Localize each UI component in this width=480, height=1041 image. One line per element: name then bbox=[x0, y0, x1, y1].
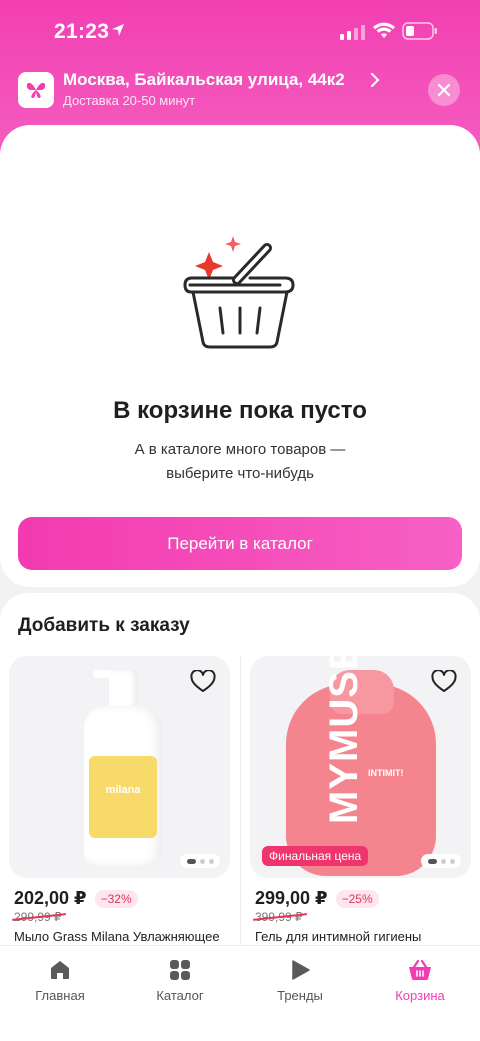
bottle-pump bbox=[109, 670, 137, 708]
app-logo bbox=[18, 72, 54, 108]
bottle-label-text: milana bbox=[105, 784, 141, 796]
product-card[interactable]: MYMUSE INTIMIT! Финальная цена 299,00 ₽ … bbox=[250, 656, 471, 961]
old-price: 299,99 ₽ bbox=[14, 910, 62, 924]
bottle-label bbox=[89, 756, 157, 838]
empty-cart-subtitle-line2: выберите что-нибудь bbox=[166, 465, 314, 482]
tab-cart[interactable]: Корзина bbox=[370, 958, 470, 1003]
bottom-tab-bar: Главная Каталог Тренды Корзина bbox=[0, 945, 480, 1041]
price-row: 299,00 ₽ −25% bbox=[255, 888, 379, 909]
status-bar: 21:23 bbox=[0, 0, 480, 62]
tab-catalog[interactable]: Каталог bbox=[130, 958, 230, 1003]
pagination-dot bbox=[199, 858, 205, 864]
tab-trends[interactable]: Тренды bbox=[250, 958, 350, 1003]
pagination-dot bbox=[186, 858, 196, 864]
product-image[interactable]: milana bbox=[9, 656, 230, 878]
tab-home[interactable]: Главная bbox=[10, 958, 110, 1003]
pagination-dot bbox=[440, 858, 446, 864]
location-arrow-icon bbox=[112, 24, 124, 36]
product-card[interactable]: milana 202,00 ₽ −32% 299,99 ₽ Мыло Grass… bbox=[9, 656, 230, 961]
cellular-signal-icon bbox=[340, 25, 365, 40]
wifi-icon bbox=[373, 22, 395, 38]
status-time: 21:23 bbox=[54, 20, 110, 43]
tab-cart-label: Корзина bbox=[395, 988, 445, 1003]
basket-icon bbox=[409, 959, 431, 980]
tab-trends-label: Тренды bbox=[277, 988, 323, 1003]
add-to-order-title: Добавить к заказу bbox=[18, 615, 190, 636]
price-row: 202,00 ₽ −32% bbox=[14, 888, 138, 909]
product-price: 202,00 ₽ bbox=[14, 888, 87, 908]
pagination-dot bbox=[427, 858, 437, 864]
tube-product-text: INTIMIT! bbox=[368, 768, 404, 778]
close-icon bbox=[437, 83, 451, 97]
empty-cart-subtitle: А в каталоге много товаров — выберите чт… bbox=[0, 438, 480, 486]
heart-icon[interactable] bbox=[431, 670, 457, 694]
home-icon bbox=[51, 961, 69, 979]
tab-catalog-label: Каталог bbox=[156, 988, 204, 1003]
delivery-time: Доставка 20-50 минут bbox=[63, 93, 196, 108]
pagination-dot bbox=[208, 858, 214, 864]
final-price-tag: Финальная цена bbox=[262, 846, 369, 866]
empty-cart-subtitle-line1: А в каталоге много товаров — bbox=[134, 441, 346, 458]
empty-cart-title: В корзине пока пусто bbox=[113, 397, 367, 424]
heart-icon[interactable] bbox=[190, 670, 216, 694]
butterfly-logo-icon bbox=[26, 82, 46, 98]
add-to-order-section: Добавить к заказу milana 202,00 ₽ −32% 2… bbox=[0, 593, 480, 961]
discount-badge: −32% bbox=[94, 889, 138, 908]
old-price: 399,99 ₽ bbox=[255, 910, 303, 924]
empty-basket-illustration bbox=[183, 236, 295, 349]
play-icon bbox=[292, 960, 310, 980]
go-to-catalog-button[interactable]: Перейти в каталог bbox=[18, 517, 462, 570]
delivery-header: Москва, Байкальская улица, 44к2 Доставка… bbox=[0, 62, 480, 122]
product-price: 299,00 ₽ bbox=[255, 888, 328, 908]
grid-icon bbox=[170, 960, 190, 980]
chevron-right-icon[interactable] bbox=[370, 72, 380, 88]
tube-brand-text: MYMUSE bbox=[322, 656, 366, 824]
image-pagination bbox=[421, 854, 461, 868]
tab-home-label: Главная bbox=[35, 988, 85, 1003]
product-divider bbox=[240, 656, 241, 956]
product-image[interactable]: MYMUSE INTIMIT! Финальная цена bbox=[250, 656, 471, 878]
empty-cart-card: В корзине пока пусто А в каталоге много … bbox=[0, 125, 480, 587]
close-button[interactable] bbox=[428, 74, 460, 106]
discount-badge: −25% bbox=[335, 889, 379, 908]
delivery-address[interactable]: Москва, Байкальская улица, 44к2 bbox=[63, 70, 345, 90]
pagination-dot bbox=[449, 858, 455, 864]
battery-icon bbox=[402, 22, 437, 40]
image-pagination bbox=[180, 854, 220, 868]
